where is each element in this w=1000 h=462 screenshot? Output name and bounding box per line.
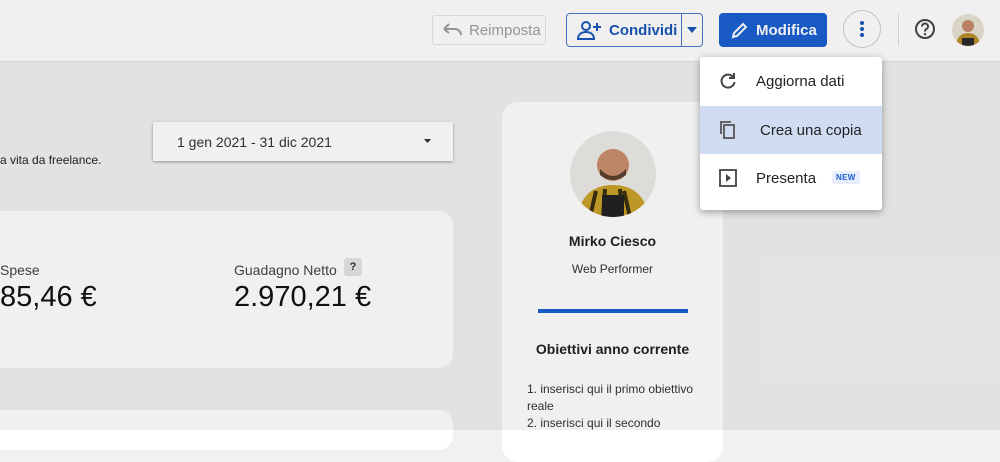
menu-item-make-copy[interactable]: Crea una copia xyxy=(700,106,882,154)
avatar-image-icon xyxy=(952,14,984,46)
add-person-icon xyxy=(577,21,601,40)
edit-button[interactable]: Modifica xyxy=(719,13,827,47)
reset-button[interactable]: Reimposta xyxy=(432,15,546,45)
kpi-card-secondary xyxy=(0,410,453,450)
goals-list: 1. inserisci qui il primo obiettivo real… xyxy=(527,381,707,432)
share-button[interactable]: Condividi xyxy=(566,13,682,47)
menu-item-present[interactable]: Presenta NEW xyxy=(700,154,882,202)
more-options-menu: Aggiorna dati Crea una copia Presenta NE… xyxy=(700,57,882,210)
profile-photo-icon xyxy=(570,131,656,217)
new-badge: NEW xyxy=(832,171,860,184)
kpi-help-badge[interactable]: ? xyxy=(344,258,362,276)
account-avatar[interactable] xyxy=(952,14,984,46)
profile-divider xyxy=(538,309,688,313)
copy-icon xyxy=(720,121,735,139)
caret-down-icon xyxy=(687,27,697,33)
goal-item: 1. inserisci qui il primo obiettivo real… xyxy=(527,382,694,413)
menu-item-label: Crea una copia xyxy=(760,121,862,139)
reset-button-label: Reimposta xyxy=(469,21,541,39)
goals-title: Obiettivi anno corrente xyxy=(535,341,690,357)
report-subtitle: a vita da freelance. xyxy=(0,153,102,167)
edit-button-label: Modifica xyxy=(756,21,817,39)
caret-down-icon xyxy=(424,139,431,143)
kpi-value-net-profit: 2.970,21 € xyxy=(234,281,372,313)
refresh-icon xyxy=(720,73,736,89)
help-icon xyxy=(915,19,935,39)
kpi-label-net-profit: Guadagno Netto xyxy=(234,262,337,278)
menu-item-refresh-data[interactable]: Aggiorna dati xyxy=(700,57,882,105)
share-dropdown-button[interactable] xyxy=(682,13,703,47)
kpi-value-expenses: 85,46 € xyxy=(0,281,97,313)
kpi-label-expenses: Spese xyxy=(0,262,40,278)
profile-name: Mirko Ciesco xyxy=(568,233,657,249)
present-icon xyxy=(719,169,737,187)
share-button-label: Condividi xyxy=(609,21,678,39)
undo-icon xyxy=(443,23,462,36)
help-button[interactable] xyxy=(913,17,937,41)
toolbar-divider xyxy=(898,14,899,46)
goal-item: 2. inserisci qui il secondo xyxy=(527,416,661,430)
pencil-icon xyxy=(731,22,748,39)
top-bar: Reimposta Condividi Modifica xyxy=(0,0,1000,62)
date-range-picker[interactable]: 1 gen 2021 - 31 dic 2021 xyxy=(153,122,453,161)
menu-item-label: Aggiorna dati xyxy=(756,72,845,90)
more-options-button[interactable] xyxy=(843,10,881,48)
more-vert-icon xyxy=(860,21,864,37)
menu-item-label: Presenta xyxy=(756,169,817,187)
date-range-value: 1 gen 2021 - 31 dic 2021 xyxy=(177,133,332,150)
profile-role: Web Performer xyxy=(571,262,654,276)
profile-photo xyxy=(570,131,656,217)
